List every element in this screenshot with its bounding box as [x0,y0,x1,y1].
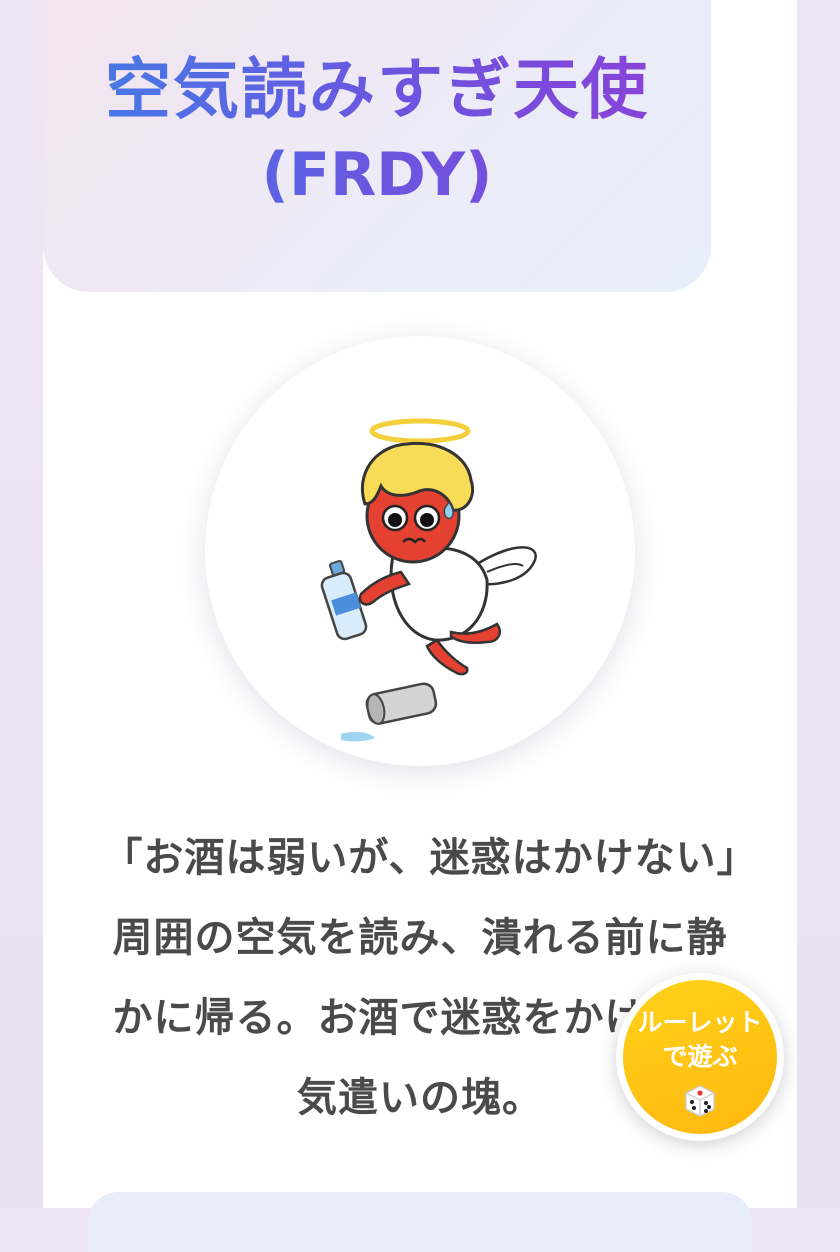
halo-icon [369,418,471,444]
dice-icon [685,1085,715,1117]
result-code: (FRDY) [43,140,711,210]
roulette-button-face[interactable]: ルーレットで遊ぶ [623,980,777,1134]
roulette-button-label: ルーレットで遊ぶ [637,1008,763,1071]
character-avatar [205,336,635,766]
title-card: 空気読みすぎ天使 (FRDY) [43,0,711,292]
result-title: 空気読みすぎ天使 [43,36,711,132]
roulette-button[interactable]: ルーレットで遊ぶ [616,973,784,1141]
angel-illustration [320,418,537,742]
next-section-card [88,1192,752,1252]
